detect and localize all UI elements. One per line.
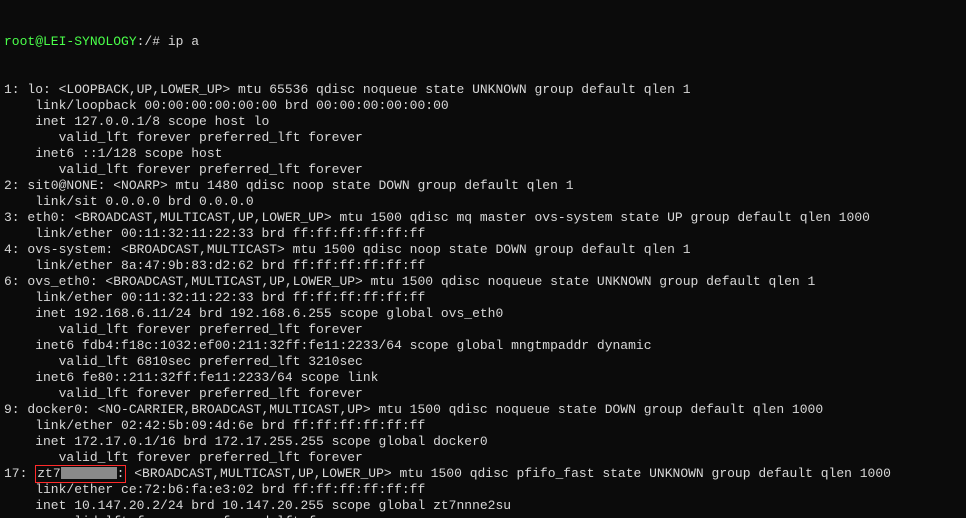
command: ip a	[168, 34, 199, 49]
interface-detail: link/loopback 00:00:00:00:00:00 brd 00:0…	[4, 98, 962, 114]
interface-detail: valid_lft 6810sec preferred_lft 3210sec	[4, 354, 962, 370]
interface-detail: link/ether 00:11:32:11:22:33 brd ff:ff:f…	[4, 290, 962, 306]
interface-header: 3: eth0: <BROADCAST,MULTICAST,UP,LOWER_U…	[4, 210, 962, 226]
interface-detail: valid_lft forever preferred_lft forever	[4, 130, 962, 146]
interface-detail: valid_lft forever preferred_lft forever	[4, 514, 962, 518]
interface-detail: inet6 fe80::211:32ff:fe11:2233/64 scope …	[4, 370, 962, 386]
redacted-segment	[61, 467, 117, 479]
interface-detail: link/ether 8a:47:9b:83:d2:62 brd ff:ff:f…	[4, 258, 962, 274]
interface-header: 1: lo: <LOOPBACK,UP,LOWER_UP> mtu 65536 …	[4, 82, 962, 98]
terminal[interactable]: root@LEI-SYNOLOGY:/# ip a 1: lo: <LOOPBA…	[0, 0, 966, 518]
prompt-user: root@LEI-SYNOLOGY	[4, 34, 137, 49]
interface-header: 6: ovs_eth0: <BROADCAST,MULTICAST,UP,LOW…	[4, 274, 962, 290]
interface-detail: inet6 ::1/128 scope host	[4, 146, 962, 162]
highlighted-interface-name: zt7:	[35, 465, 126, 483]
interface-header: 4: ovs-system: <BROADCAST,MULTICAST> mtu…	[4, 242, 962, 258]
interface-header: 2: sit0@NONE: <NOARP> mtu 1480 qdisc noo…	[4, 178, 962, 194]
interface-detail: link/ether 02:42:5b:09:4d:6e brd ff:ff:f…	[4, 418, 962, 434]
interface-detail: link/ether ce:72:b6:fa:e3:02 brd ff:ff:f…	[4, 482, 962, 498]
interface-header: 9: docker0: <NO-CARRIER,BROADCAST,MULTIC…	[4, 402, 962, 418]
command-output: 1: lo: <LOOPBACK,UP,LOWER_UP> mtu 65536 …	[4, 82, 962, 518]
prompt-line: root@LEI-SYNOLOGY:/# ip a	[4, 34, 962, 50]
interface-detail: valid_lft forever preferred_lft forever	[4, 322, 962, 338]
interface-detail: inet 192.168.6.11/24 brd 192.168.6.255 s…	[4, 306, 962, 322]
interface-detail: valid_lft forever preferred_lft forever	[4, 386, 962, 402]
interface-detail: link/sit 0.0.0.0 brd 0.0.0.0	[4, 194, 962, 210]
interface-detail: link/ether 00:11:32:11:22:33 brd ff:ff:f…	[4, 226, 962, 242]
interface-detail: inet6 fdb4:f18c:1032:ef00:211:32ff:fe11:…	[4, 338, 962, 354]
interface-header: 17: zt7: <BROADCAST,MULTICAST,UP,LOWER_U…	[4, 466, 962, 482]
interface-detail: valid_lft forever preferred_lft forever	[4, 162, 962, 178]
interface-detail: inet 127.0.0.1/8 scope host lo	[4, 114, 962, 130]
prompt-path: :/#	[137, 34, 160, 49]
interface-detail: valid_lft forever preferred_lft forever	[4, 450, 962, 466]
interface-detail: inet 172.17.0.1/16 brd 172.17.255.255 sc…	[4, 434, 962, 450]
interface-detail: inet 10.147.20.2/24 brd 10.147.20.255 sc…	[4, 498, 962, 514]
